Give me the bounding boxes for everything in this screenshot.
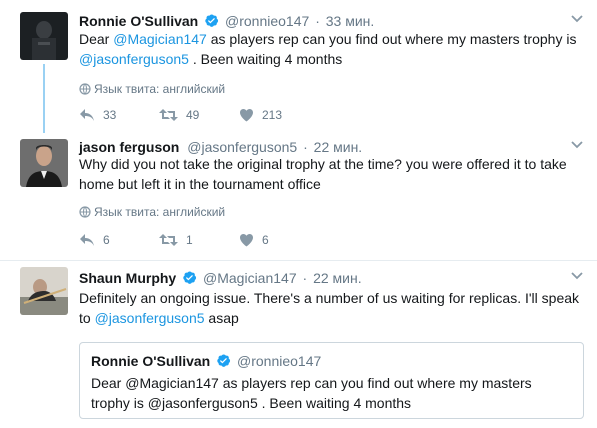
like-count: 213 (262, 108, 283, 122)
text-segment: as players rep can you find out where my… (206, 31, 577, 47)
language-label: Язык твита: английский (94, 205, 226, 219)
chevron-down-icon[interactable] (571, 12, 583, 26)
avatar-ronnie[interactable] (20, 12, 68, 60)
user-handle[interactable]: @Magician147 (203, 270, 297, 286)
chevron-down-icon[interactable] (571, 269, 583, 283)
avatar-shaun[interactable] (20, 267, 68, 315)
retweet-button[interactable]: 1 (159, 233, 239, 247)
reply-icon (80, 234, 94, 246)
timestamp[interactable]: 22 мин. (313, 270, 362, 286)
quoted-display-name: Ronnie O'Sullivan (91, 353, 211, 369)
heart-icon (240, 234, 253, 247)
retweet-count: 49 (186, 108, 200, 122)
globe-icon (79, 83, 91, 98)
like-count: 6 (262, 233, 269, 247)
text-segment: . Been waiting 4 months (188, 51, 343, 67)
verified-badge-icon (182, 270, 197, 289)
text-segment: asap (204, 310, 239, 326)
mention-link[interactable]: @jasonferguson5 (79, 51, 189, 67)
tweet-text: Dear @Magician147 as players rep can you… (79, 29, 579, 69)
reply-icon (80, 109, 94, 121)
reply-button[interactable]: 6 (79, 233, 159, 247)
separator-dot: · (303, 139, 308, 155)
mention-link[interactable]: @jasonferguson5 (95, 310, 205, 326)
verified-badge-icon (216, 353, 231, 372)
tweet-language-note[interactable]: Язык твита: английский (79, 82, 225, 98)
user-handle[interactable]: @ronnieo147 (225, 13, 309, 29)
display-name[interactable]: jason ferguson (79, 139, 179, 155)
retweet-button[interactable]: 49 (159, 108, 239, 122)
tweet-header: Shaun Murphy @Magician147 · 22 мин. (79, 269, 362, 289)
quoted-tweet-text: Dear @Magician147 as players rep can you… (91, 375, 532, 411)
reply-button[interactable]: 33 (79, 108, 159, 122)
avatar-jason[interactable] (20, 139, 68, 187)
quoted-tweet-header: Ronnie O'Sullivan @ronnieo147 (91, 352, 321, 372)
like-button[interactable]: 6 (239, 233, 319, 247)
tweet-jason[interactable]: jason ferguson @jasonferguson5 · 22 мин.… (0, 133, 597, 261)
quoted-tweet[interactable]: Ronnie O'Sullivan @ronnieo147 Dear @Magi… (79, 342, 584, 419)
timestamp[interactable]: 22 мин. (314, 139, 363, 155)
globe-icon (79, 206, 91, 221)
tweet-ronnie[interactable]: Ronnie O'Sullivan @ronnieo147 · 33 мин. … (0, 0, 597, 133)
reply-count: 33 (103, 108, 117, 122)
heart-icon (240, 109, 253, 122)
display-name[interactable]: Shaun Murphy (79, 270, 176, 286)
tweet-language-note[interactable]: Язык твита: английский (79, 205, 225, 221)
mention-link[interactable]: @Magician147 (113, 31, 207, 47)
separator-dot: · (315, 13, 320, 29)
like-button[interactable]: 213 (239, 108, 319, 122)
reply-count: 6 (103, 233, 110, 247)
retweet-icon (159, 234, 178, 246)
tweet-actions: 6 1 6 (79, 233, 319, 247)
text-segment: Dear (79, 31, 114, 47)
timestamp[interactable]: 33 мин. (326, 13, 375, 29)
separator-dot: · (302, 270, 308, 286)
thread-connector-line (43, 64, 45, 133)
retweet-count: 1 (186, 233, 193, 247)
user-handle[interactable]: @jasonferguson5 (187, 139, 297, 155)
tweet-actions: 33 49 213 (79, 108, 319, 122)
quoted-user-handle: @ronnieo147 (237, 353, 322, 369)
tweet-text: Definitely an ongoing issue. There's a n… (79, 288, 579, 328)
tweet-text: Why did you not take the original trophy… (79, 156, 567, 192)
language-label: Язык твита: английский (94, 82, 226, 96)
retweet-icon (159, 109, 178, 121)
display-name[interactable]: Ronnie O'Sullivan (79, 13, 198, 29)
chevron-down-icon[interactable] (571, 138, 583, 152)
